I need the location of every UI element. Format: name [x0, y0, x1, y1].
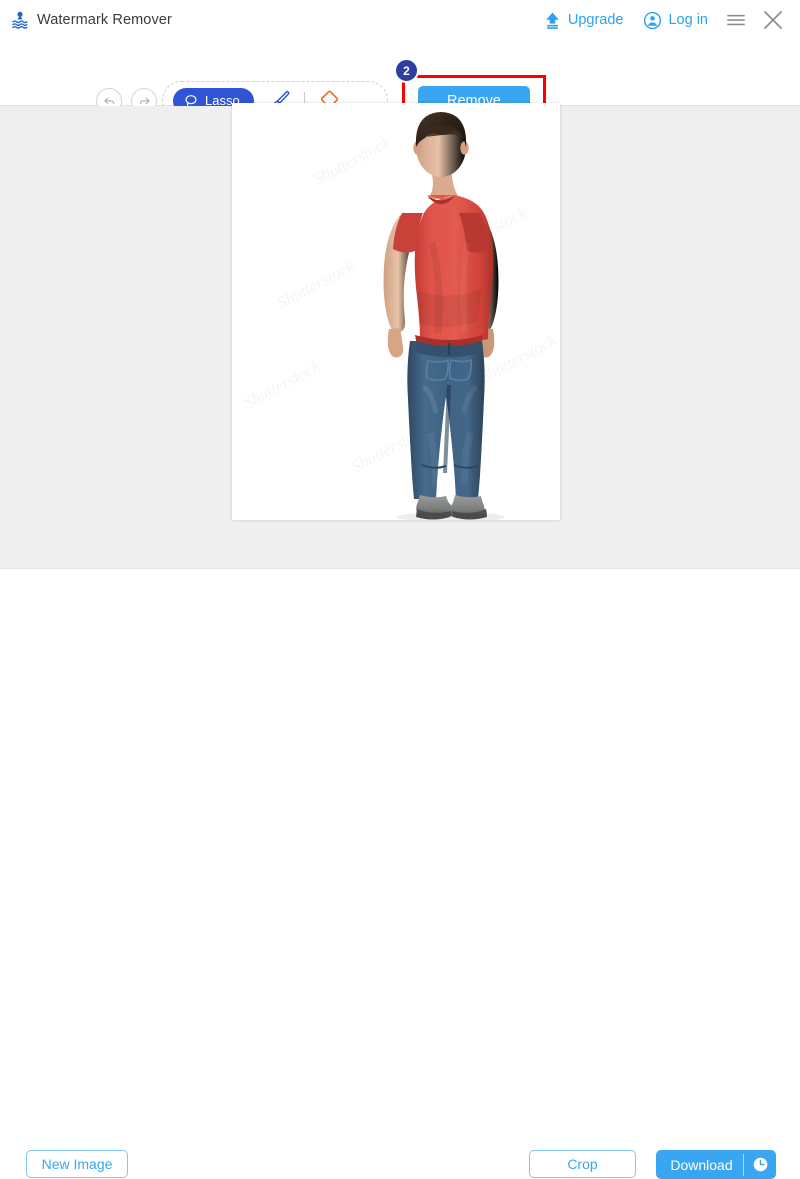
titlebar-actions: Upgrade Log in — [533, 6, 792, 34]
photo-man-back-view — [383, 112, 505, 520]
login-label: Log in — [668, 12, 708, 28]
user-circle-icon — [644, 11, 662, 29]
app-title: Watermark Remover — [37, 12, 172, 28]
login-button[interactable]: Log in — [633, 11, 718, 30]
app-brand: Watermark Remover — [10, 8, 172, 32]
editor-toolbar: Lasso 2 Remove — [0, 40, 800, 126]
hamburger-menu-icon — [727, 14, 745, 26]
image-canvas[interactable]: Shutterstock Shutterstock Shutterstock S… — [232, 103, 560, 520]
menu-button[interactable] — [718, 9, 754, 31]
upload-arrow-icon — [546, 12, 559, 29]
clock-icon — [753, 1157, 767, 1172]
upgrade-button[interactable]: Upgrade — [533, 11, 634, 30]
close-icon — [764, 11, 782, 29]
watermark-logo-icon — [12, 11, 28, 29]
title-bar: Watermark Remover Upgrade Log in — [0, 0, 800, 40]
close-button[interactable] — [754, 8, 792, 32]
app-window: Watermark Remover Upgrade Log in Lasso 2… — [0, 0, 800, 1179]
bottom-action-bar: New Image Crop Download — [0, 568, 800, 1179]
crop-button[interactable]: Crop — [529, 1150, 636, 1178]
download-history-button[interactable] — [744, 1156, 776, 1173]
download-button[interactable]: Download — [656, 1150, 776, 1179]
new-image-button[interactable]: New Image — [26, 1150, 128, 1178]
download-label: Download — [670, 1156, 733, 1173]
upgrade-label: Upgrade — [567, 12, 624, 28]
step-badge-2: 2 — [394, 58, 419, 83]
